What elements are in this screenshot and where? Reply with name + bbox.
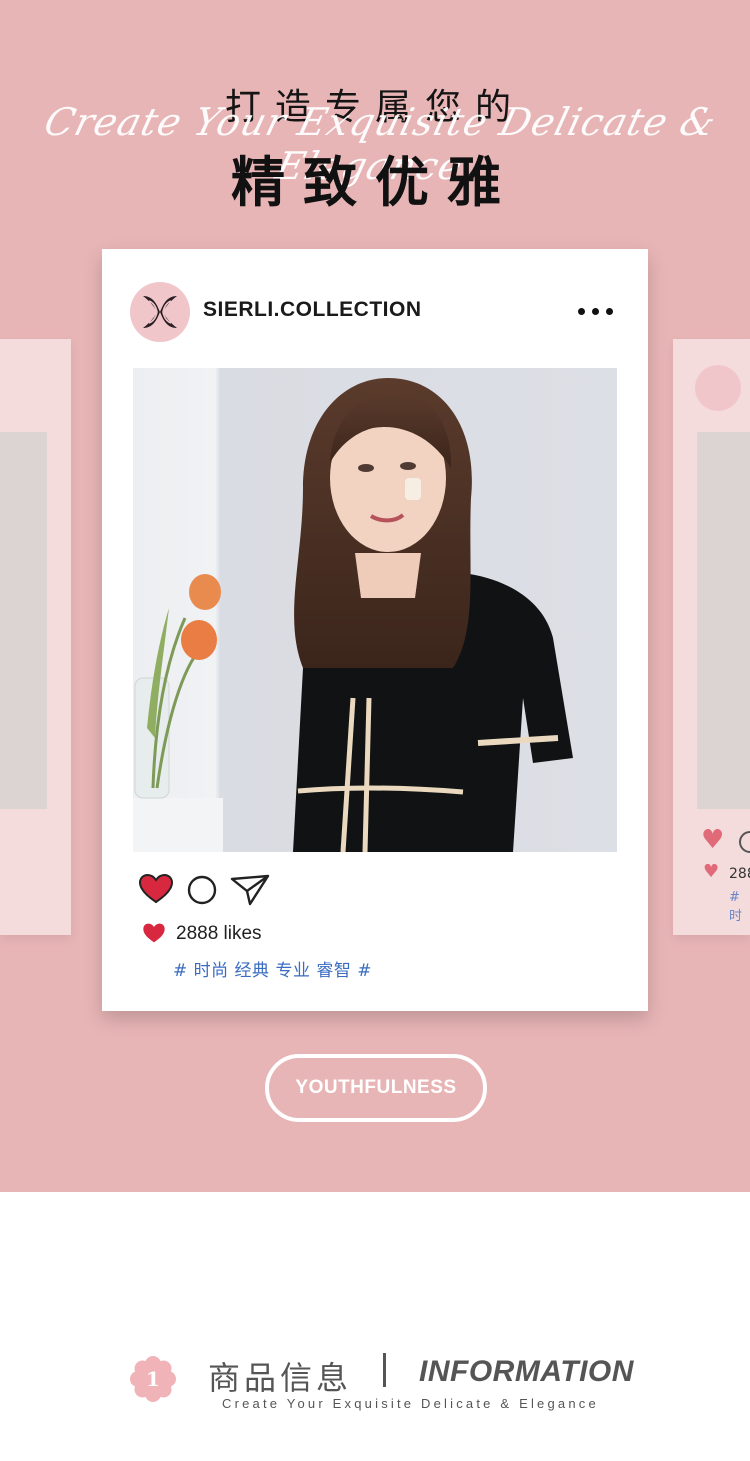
brand-logo-avatar[interactable]: [130, 282, 190, 342]
post-username[interactable]: SIERLI.COLLECTION: [203, 298, 422, 322]
side-card-avatar: [695, 365, 741, 411]
share-icon[interactable]: [230, 873, 270, 907]
product-info-header: 1 商品信息 INFORMATION Create Your Exquisite…: [0, 1340, 750, 1420]
hero-banner: 打造专属您的 Create Your Exquisite Delicate & …: [0, 0, 750, 1192]
heart-icon[interactable]: [138, 873, 174, 905]
more-options-icon[interactable]: [576, 298, 616, 326]
heart-icon: ♥: [703, 861, 720, 882]
youthfulness-badge-label: YOUTHFULNESS: [295, 1077, 457, 1098]
info-subtitle: Create Your Exquisite Delicate & Eleganc…: [222, 1396, 599, 1411]
brand-logo-icon: [143, 296, 177, 328]
section-number: 1: [146, 1367, 160, 1391]
info-divider: [383, 1353, 386, 1387]
side-card-right: ♥ ♥ 288 # 时: [673, 339, 750, 935]
post-hashtags[interactable]: # 时尚 经典 专业 睿智 #: [173, 956, 372, 981]
side-card-hashtags: # 时: [729, 890, 743, 924]
flower-number-icon: 1: [130, 1356, 176, 1402]
youthfulness-badge: YOUTHFULNESS: [265, 1054, 487, 1122]
likes-heart-icon: [143, 923, 165, 943]
post-photo[interactable]: [133, 368, 617, 852]
heart-icon: ♥: [701, 825, 725, 855]
side-card-photo: [0, 432, 47, 809]
comment-icon[interactable]: [186, 874, 218, 906]
side-card-photo: [697, 432, 750, 809]
info-title-cn: 商品信息: [208, 1359, 353, 1397]
side-card-likes: 288: [729, 866, 750, 882]
likes-count: 2888 likes: [176, 923, 262, 944]
side-card-left: [0, 339, 71, 935]
hero-title-line2: 精致优雅: [231, 151, 519, 214]
fashion-model-photo: [133, 368, 617, 852]
comment-icon: [739, 831, 750, 853]
info-title-en: INFORMATION: [419, 1355, 634, 1388]
post-card: SIERLI.COLLECTION 2888 likes # 时尚 经典 专业 …: [102, 249, 648, 1011]
